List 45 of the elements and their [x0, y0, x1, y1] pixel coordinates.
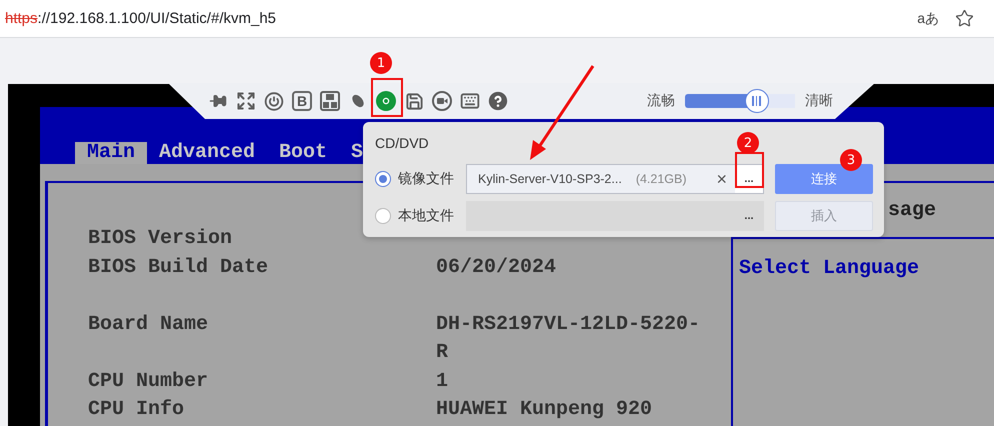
clear-button[interactable]: × — [708, 165, 735, 193]
slider-thumb[interactable] — [744, 89, 768, 113]
bios-value: HUAWEI Kunpeng 920 — [436, 397, 654, 423]
power-icon[interactable] — [264, 90, 284, 112]
bios-value: 1 — [436, 368, 450, 394]
url-path: ://192.168.1.100/UI/Static/#/kvm_h5 — [38, 10, 276, 27]
bios-menu-label: S — [350, 142, 364, 164]
bios-value: DH-RS2197VL-12LD-5220-R — [436, 312, 702, 366]
url-text[interactable]: https://192.168.1.100/UI/Static/#/kvm_h5 — [5, 10, 918, 27]
browse-button[interactable]: ... — [735, 202, 763, 230]
keys-icon[interactable] — [320, 91, 340, 111]
quality-high-label: 清晰 — [805, 92, 833, 110]
video-icon[interactable] — [432, 91, 452, 111]
radio-button[interactable] — [375, 208, 391, 224]
fullscreen-icon[interactable] — [236, 91, 256, 111]
floppy-icon[interactable] — [404, 92, 424, 110]
file-field[interactable]: ... — [466, 201, 764, 231]
file-size: (4.21GB) — [634, 172, 688, 186]
radio-button[interactable] — [375, 171, 391, 187]
radio-label: 镜像文件 — [398, 170, 454, 188]
bios-label: CPU Number — [88, 368, 210, 394]
file-name: Kylin-Server-V10-SP3-2... — [477, 172, 622, 186]
bios-menu-label: Boot — [278, 142, 328, 164]
quality-low-label: 流畅 — [647, 92, 675, 110]
boot-button[interactable]: B — [292, 91, 312, 111]
pin-icon[interactable] — [209, 92, 227, 110]
help-text: Select Language — [738, 256, 920, 282]
bios-value: 06/20/2024 — [436, 254, 558, 280]
star-icon[interactable] — [955, 9, 974, 28]
bios-label: CPU Info — [88, 397, 186, 423]
reader-mode-icon[interactable]: aあ — [917, 10, 939, 28]
bios-label: BIOS Version — [88, 226, 234, 252]
radio-label: 本地文件 — [398, 207, 454, 225]
bios-label: Board Name — [88, 312, 210, 338]
dialog-title: CD/DVD — [375, 135, 429, 151]
file-field[interactable]: Kylin-Server-V10-SP3-2... (4.21GB) × ... — [466, 164, 764, 194]
bios-menu-label: Main — [75, 142, 148, 164]
disc-icon[interactable] — [376, 91, 396, 111]
help-icon[interactable] — [488, 91, 508, 111]
highlight-frame — [371, 78, 403, 117]
bios-menu-label: Advanced — [158, 142, 256, 164]
bios-label: BIOS Build Date — [88, 254, 270, 280]
url-scheme: https — [5, 10, 38, 27]
help-title: sage — [888, 198, 936, 222]
keyboard-icon[interactable] — [460, 91, 480, 111]
